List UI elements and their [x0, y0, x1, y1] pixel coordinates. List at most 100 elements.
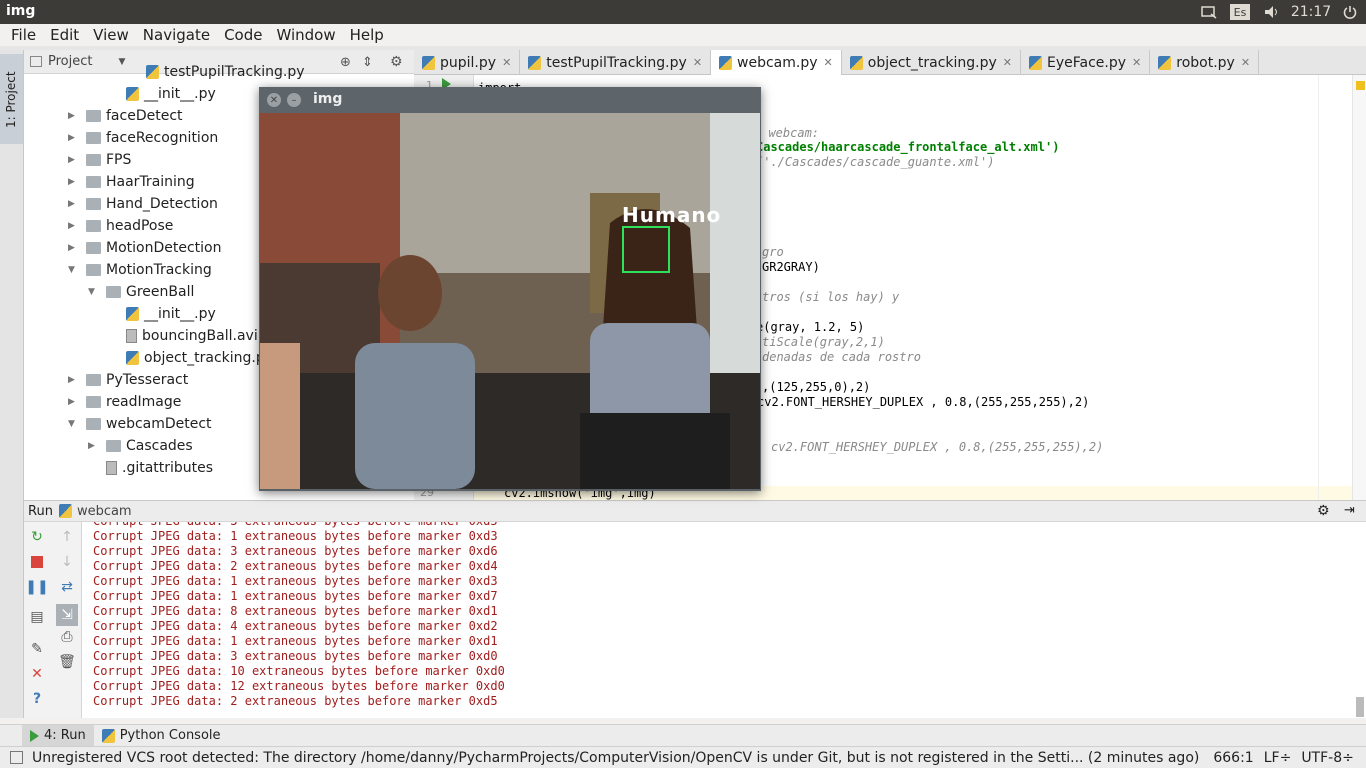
tree-item[interactable]: ▶ faceRecognition	[68, 127, 218, 149]
python-file-icon	[719, 55, 733, 70]
gear-icon[interactable]: ⚙	[1317, 503, 1330, 519]
menu-edit[interactable]: Edit	[43, 26, 86, 44]
menu-bar: File Edit View Navigate Code Window Help	[0, 24, 1366, 46]
close-icon[interactable]: ✕	[267, 93, 281, 107]
chevron-right-icon[interactable]: ▶	[88, 441, 100, 451]
pause-icon[interactable]: ❚❚	[25, 578, 48, 596]
chevron-right-icon[interactable]: ▶	[68, 155, 80, 165]
tab-python-console[interactable]: Python Console	[94, 725, 229, 747]
chevron-down-icon[interactable]: ▼	[88, 287, 100, 297]
chevron-right-icon[interactable]: ▶	[68, 221, 80, 231]
stop-icon[interactable]	[28, 553, 46, 571]
close-icon[interactable]: ✕	[1132, 56, 1141, 69]
chevron-right-icon[interactable]: ▶	[68, 177, 80, 187]
chevron-down-icon[interactable]: ▼	[118, 57, 125, 67]
hide-panel-icon[interactable]: ⇥	[1344, 503, 1355, 518]
menu-view[interactable]: View	[86, 26, 136, 44]
img-window-titlebar[interactable]: ✕ – img	[259, 87, 761, 113]
tree-item[interactable]: ▶ HaarTraining	[68, 171, 195, 193]
collapse-all-icon[interactable]: ⇕	[362, 55, 373, 70]
close-icon[interactable]: ✕	[1003, 56, 1012, 69]
chevron-right-icon[interactable]: ▶	[68, 397, 80, 407]
chevron-down-icon[interactable]: ▼	[68, 265, 80, 275]
run-console-output[interactable]: Corrupt JPEG data: 3 extraneous bytes be…	[82, 522, 1366, 718]
locate-icon[interactable]: ⊕	[340, 55, 351, 70]
tree-item[interactable]: ▶ faceDetect	[68, 105, 183, 127]
status-checkbox-icon[interactable]	[10, 751, 23, 764]
close-icon[interactable]: ✕	[824, 56, 833, 69]
tree-item[interactable]: object_tracking.py	[108, 347, 273, 369]
tree-item[interactable]: ▶ FPS	[68, 149, 131, 171]
up-arrow-icon[interactable]: ↑	[58, 528, 76, 546]
tree-item[interactable]: ▶ headPose	[68, 215, 173, 237]
tree-item[interactable]: ▶ Hand_Detection	[68, 193, 218, 215]
pin-icon[interactable]: ✎	[28, 640, 46, 658]
keyboard-layout-indicator[interactable]: Es	[1230, 4, 1250, 20]
code-line: ('./Cascades/cascade_guante.xml')	[756, 155, 995, 169]
editor-tab[interactable]: robot.py ✕	[1150, 50, 1260, 75]
editor-tab[interactable]: pupil.py ✕	[414, 50, 521, 75]
restore-layout-icon[interactable]: ▤	[28, 608, 46, 626]
file-encoding[interactable]: UTF-8÷	[1301, 750, 1354, 766]
editor-tab[interactable]: EyeFace.py ✕	[1021, 50, 1151, 75]
project-tool-tab[interactable]: 1: Project	[0, 54, 23, 144]
close-icon[interactable]: ✕	[28, 665, 46, 683]
chevron-right-icon[interactable]: ▶	[68, 243, 80, 253]
clock[interactable]: 21:17	[1290, 2, 1332, 22]
rerun-icon[interactable]: ↻	[28, 528, 46, 546]
code-line: ,(125,255,0),2)	[762, 380, 871, 394]
tree-item[interactable]: ▶ MotionDetection	[68, 237, 221, 259]
print-icon[interactable]: ⎙	[58, 628, 76, 646]
tree-item[interactable]: .gitattributes	[88, 457, 213, 479]
close-icon[interactable]: ✕	[693, 56, 702, 69]
console-scrollbar[interactable]	[1356, 697, 1364, 717]
menu-navigate[interactable]: Navigate	[136, 26, 217, 44]
img-window[interactable]: ✕ – img Humano	[259, 87, 761, 491]
caret-position[interactable]: 666:1	[1213, 750, 1253, 766]
tree-item[interactable]: ▶ Cascades	[88, 435, 193, 457]
project-view-selector[interactable]: Project	[48, 54, 92, 69]
menu-help[interactable]: Help	[343, 26, 391, 44]
close-icon[interactable]: ✕	[502, 56, 511, 69]
line-separator[interactable]: LF÷	[1264, 750, 1292, 766]
run-config-name[interactable]: webcam	[77, 504, 132, 519]
chevron-right-icon[interactable]: ▶	[68, 133, 80, 143]
tree-item-label: __init__.py	[144, 306, 216, 322]
tree-item[interactable]: ▶ readImage	[68, 391, 181, 413]
trash-icon[interactable]: 🗑	[58, 653, 76, 671]
tree-item[interactable]: __init__.py	[108, 83, 216, 105]
soft-wrap-icon[interactable]: ⇄	[58, 578, 76, 596]
chevron-right-icon[interactable]: ▶	[68, 375, 80, 385]
editor-tab[interactable]: object_tracking.py ✕	[842, 50, 1022, 75]
tree-item[interactable]: ▶ PyTesseract	[68, 369, 188, 391]
menu-window[interactable]: Window	[269, 26, 342, 44]
down-arrow-icon[interactable]: ↓	[58, 553, 76, 571]
editor-error-stripe[interactable]	[1352, 75, 1366, 500]
tree-item[interactable]: testPupilTracking.py	[128, 61, 305, 83]
tree-item[interactable]: ▼ MotionTracking	[68, 259, 212, 281]
warning-marker[interactable]	[1356, 81, 1365, 90]
minimize-icon[interactable]: –	[287, 93, 301, 107]
network-icon[interactable]	[1199, 2, 1219, 22]
close-icon[interactable]: ✕	[1241, 56, 1250, 69]
menu-code[interactable]: Code	[217, 26, 269, 44]
tree-item[interactable]: bouncingBall.avi	[108, 325, 258, 347]
gear-icon[interactable]: ⚙	[390, 54, 403, 70]
power-icon[interactable]	[1340, 2, 1360, 22]
help-icon[interactable]: ?	[28, 690, 46, 708]
status-message[interactable]: Unregistered VCS root detected: The dire…	[32, 750, 1199, 766]
tree-item[interactable]: ▼ GreenBall	[88, 281, 194, 303]
chevron-right-icon[interactable]: ▶	[68, 111, 80, 121]
editor-tab[interactable]: webcam.py ✕	[711, 50, 842, 75]
chevron-right-icon[interactable]: ▶	[68, 199, 80, 209]
volume-icon[interactable]	[1262, 2, 1282, 22]
tree-item-label: bouncingBall.avi	[142, 328, 258, 344]
tab-run[interactable]: 4: Run	[22, 724, 94, 747]
menu-file[interactable]: File	[4, 26, 43, 44]
editor-tab[interactable]: testPupilTracking.py ✕	[520, 50, 712, 75]
tree-item[interactable]: ▼ webcamDetect	[68, 413, 212, 435]
tree-item[interactable]: __init__.py	[108, 303, 216, 325]
left-person	[260, 343, 300, 489]
chevron-down-icon[interactable]: ▼	[68, 419, 80, 429]
scroll-to-end-icon[interactable]: ⇲	[56, 604, 78, 626]
